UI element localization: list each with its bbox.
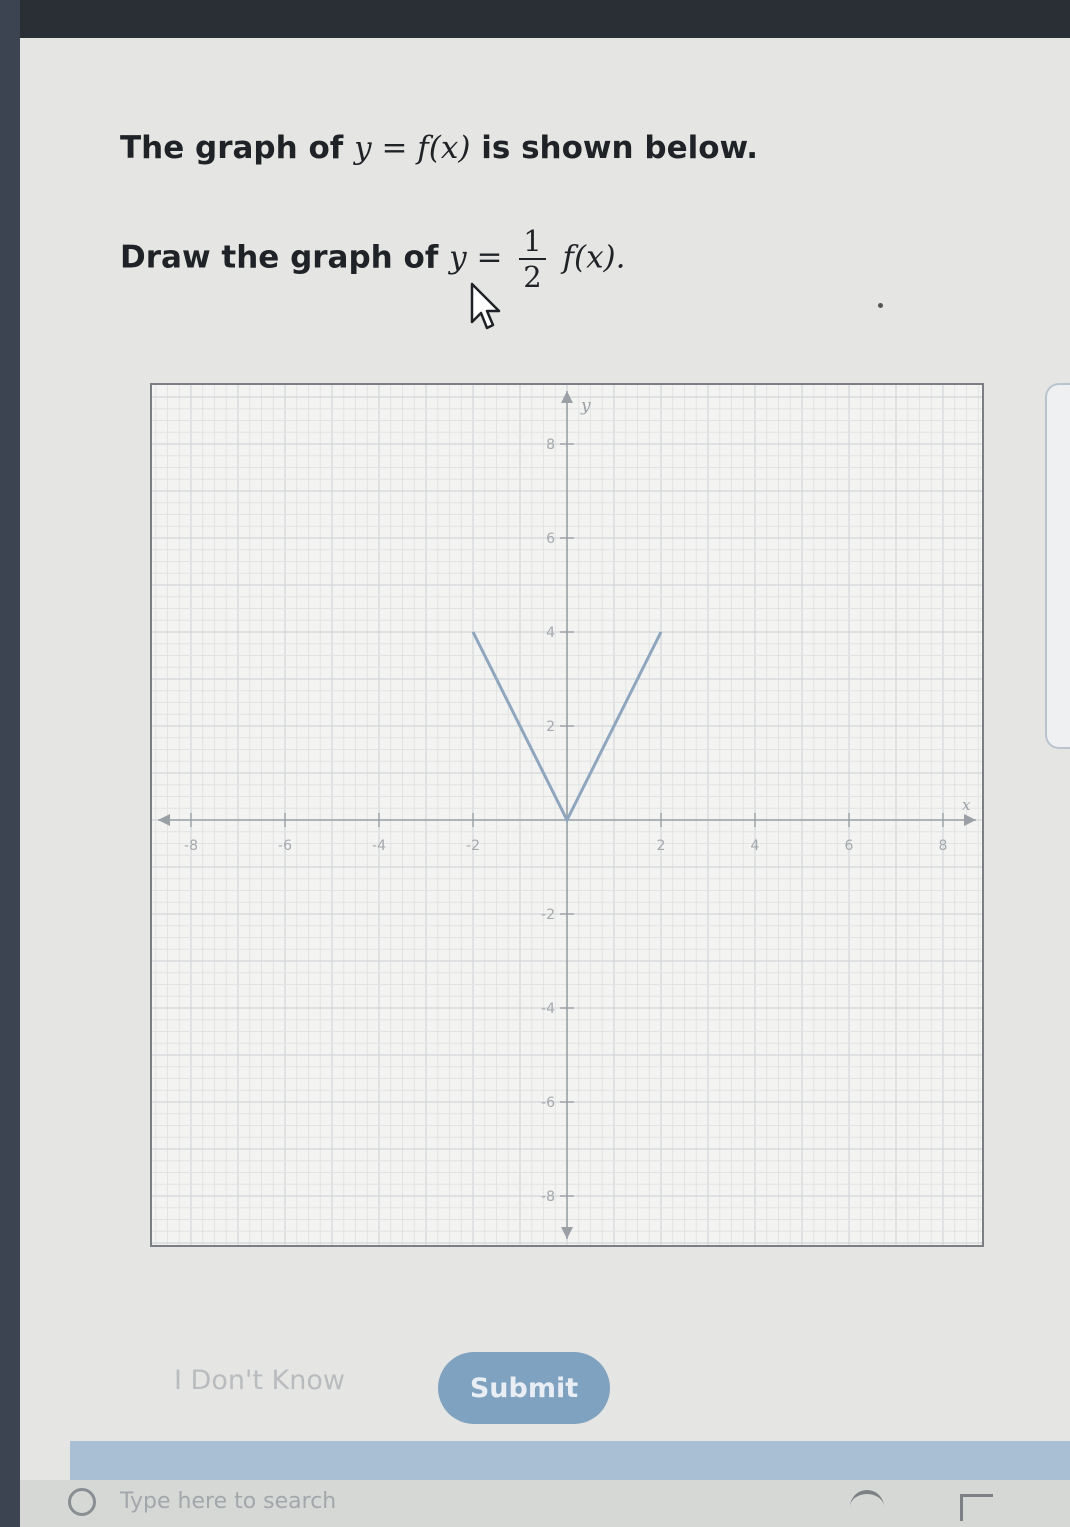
taskbar-search-input[interactable] — [120, 1484, 440, 1518]
y-tick-label: 6 — [546, 531, 555, 547]
tray-icon[interactable] — [960, 1494, 993, 1521]
y-tick-label: -2 — [541, 907, 555, 923]
taskbar — [20, 1480, 1070, 1527]
coordinate-plane[interactable]: x y -8 -6 -4 -2 2 4 6 8 8 6 4 2 -2 -4 -6 -8 — [152, 385, 982, 1245]
y-axis-arrow-down — [561, 1227, 573, 1239]
y-axis-label: y — [580, 396, 591, 416]
question-page: The graph of y = f(x) is shown below. Dr… — [20, 38, 1070, 1527]
edge-app-icon[interactable] — [850, 1490, 884, 1524]
y-tick-label: 8 — [546, 437, 555, 453]
instruction-math-left: y = — [449, 239, 503, 276]
statement-prefix: The graph of — [120, 130, 344, 166]
y-tick-label: 2 — [546, 719, 555, 735]
tool-panel-tab[interactable] — [1045, 383, 1070, 749]
stray-dot — [878, 303, 883, 308]
screen-bezel-left — [0, 0, 20, 1527]
x-tick-label: 6 — [845, 838, 854, 854]
statement-suffix: is shown below. — [481, 130, 758, 166]
y-tick-label: -8 — [541, 1189, 555, 1205]
x-tick-label: 4 — [751, 838, 760, 854]
one-half-fraction: 1 2 — [519, 224, 546, 294]
x-tick-label: -8 — [184, 838, 198, 854]
x-axis-arrow-left — [158, 814, 170, 826]
problem-statement: The graph of y = f(x) is shown below. — [120, 130, 758, 166]
x-tick-label: 8 — [939, 838, 948, 854]
screen-bezel-top — [0, 0, 1070, 38]
x-tick-label: -2 — [466, 838, 480, 854]
x-tick-label: -6 — [278, 838, 292, 854]
graph-panel[interactable]: x y -8 -6 -4 -2 2 4 6 8 8 6 4 2 -2 -4 -6 -8 — [150, 383, 984, 1247]
x-tick-label: 2 — [657, 838, 666, 854]
instruction-math-right: f(x). — [562, 239, 626, 276]
submit-button[interactable]: Submit — [438, 1352, 610, 1424]
statement-function: y = f(x) — [354, 130, 471, 166]
x-axis-label: x — [962, 796, 971, 814]
fraction-denominator: 2 — [523, 260, 542, 294]
dont-know-button[interactable]: I Don't Know — [160, 1350, 390, 1410]
y-tick-label: -4 — [541, 1001, 555, 1017]
pointer-cursor-icon — [470, 282, 501, 330]
problem-instruction: Draw the graph of y = 1 2 f(x). — [120, 224, 626, 294]
x-tick-label: -4 — [372, 838, 386, 854]
y-tick-label: -6 — [541, 1095, 555, 1111]
footer-bar — [70, 1441, 1070, 1485]
y-tick-label: 4 — [546, 625, 555, 641]
fraction-numerator: 1 — [523, 224, 542, 258]
search-icon[interactable] — [68, 1488, 96, 1516]
instruction-prefix: Draw the graph of — [120, 239, 439, 276]
x-axis-arrow-right — [964, 814, 976, 826]
